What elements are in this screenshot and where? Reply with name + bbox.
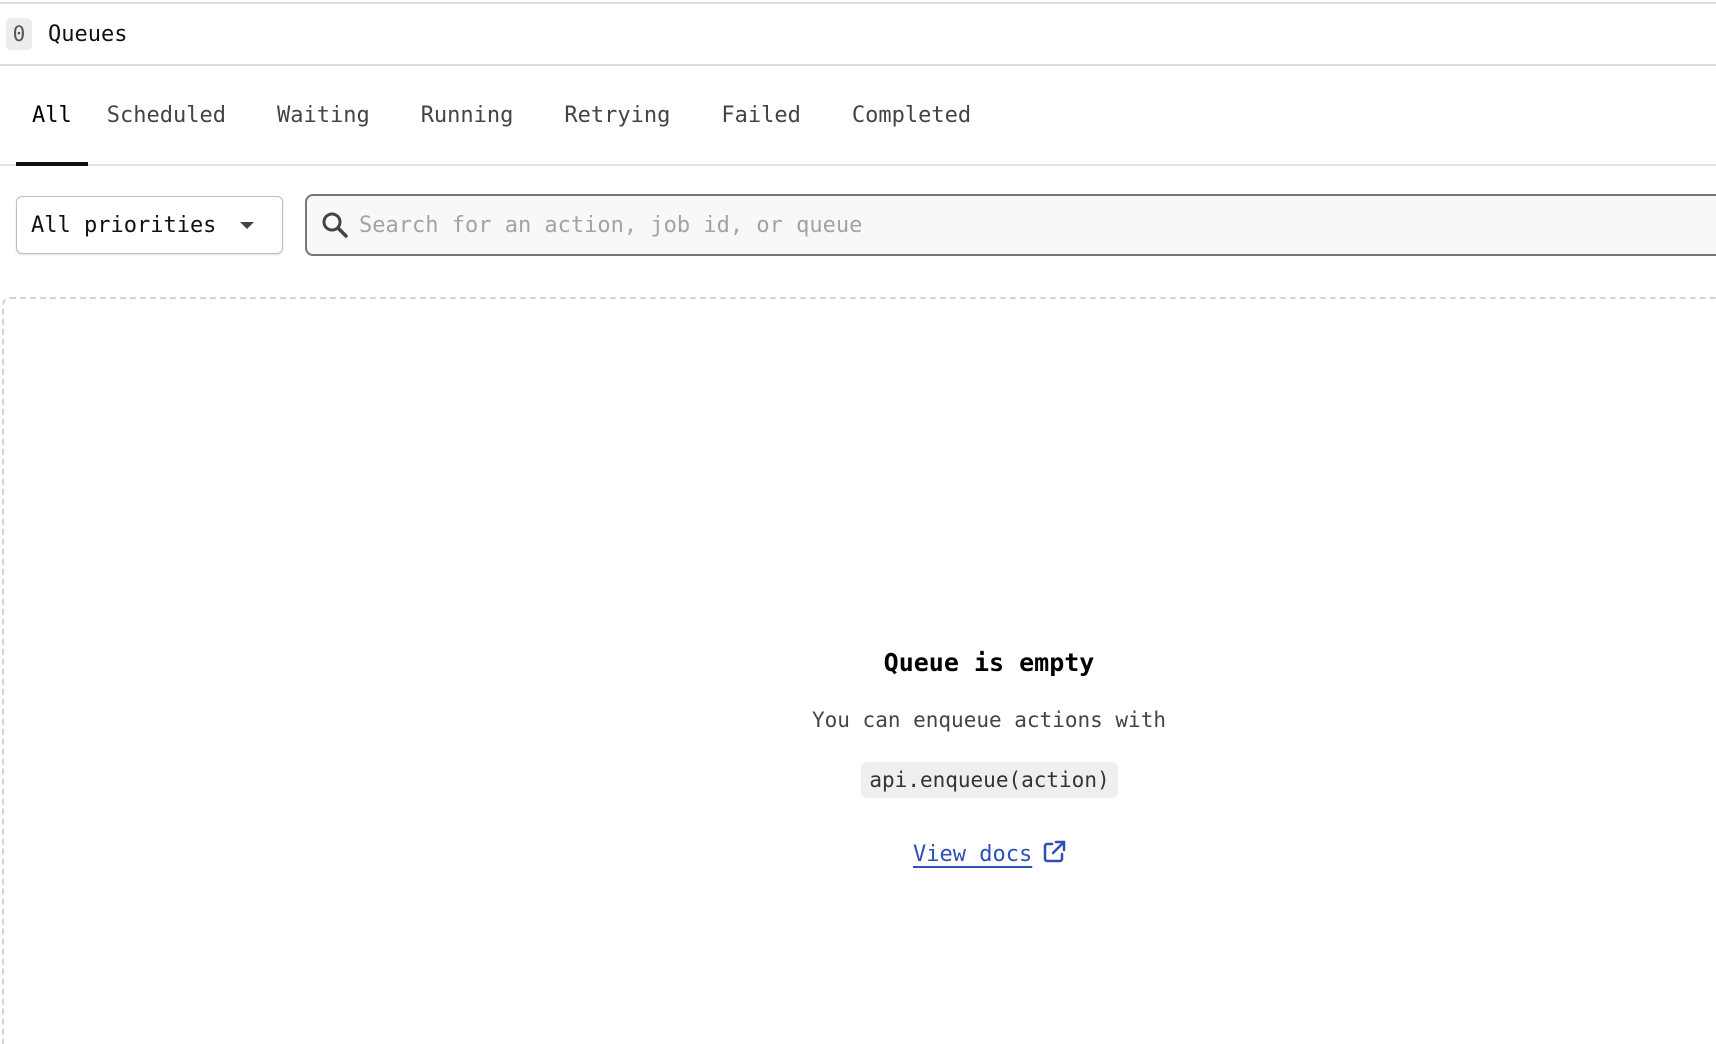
view-docs-label: View docs bbox=[913, 841, 1033, 867]
page-title: Queues bbox=[48, 21, 128, 47]
caret-down-icon bbox=[240, 222, 254, 229]
tab-completed[interactable]: Completed bbox=[836, 66, 987, 164]
tab-label: Running bbox=[420, 102, 514, 128]
priority-select[interactable]: All priorities bbox=[16, 196, 283, 254]
tab-all[interactable]: All bbox=[16, 66, 88, 166]
page-header: 0 Queues bbox=[0, 2, 1716, 66]
status-tabs: All Scheduled Waiting Running Retrying F… bbox=[0, 66, 1716, 166]
tab-label: All bbox=[32, 102, 72, 128]
tab-label: Waiting bbox=[276, 102, 370, 128]
tab-scheduled[interactable]: Scheduled bbox=[91, 66, 242, 164]
empty-state-text: You can enqueue actions with bbox=[811, 708, 1166, 732]
priority-select-value: All priorities bbox=[31, 212, 217, 238]
tab-failed[interactable]: Failed bbox=[705, 66, 816, 164]
queues-page: 0 Queues All Scheduled Waiting Running R… bbox=[0, 0, 1716, 1044]
tab-running[interactable]: Running bbox=[405, 66, 530, 164]
search-input[interactable] bbox=[359, 212, 1659, 238]
external-link-icon bbox=[1043, 840, 1066, 863]
tab-label: Scheduled bbox=[106, 102, 226, 128]
empty-state-title: Queue is empty bbox=[883, 648, 1095, 677]
tab-label: Completed bbox=[851, 102, 972, 128]
tab-waiting[interactable]: Waiting bbox=[261, 66, 386, 164]
code-snippet: api.enqueue(action) bbox=[861, 762, 1118, 798]
tab-retrying[interactable]: Retrying bbox=[548, 66, 686, 164]
search-icon bbox=[322, 212, 348, 238]
tab-label: Retrying bbox=[564, 102, 671, 128]
queue-count-badge: 0 bbox=[6, 18, 32, 50]
search-box[interactable] bbox=[305, 194, 1716, 256]
view-docs-link[interactable]: View docs bbox=[913, 838, 1067, 870]
tab-label: Failed bbox=[721, 102, 801, 128]
